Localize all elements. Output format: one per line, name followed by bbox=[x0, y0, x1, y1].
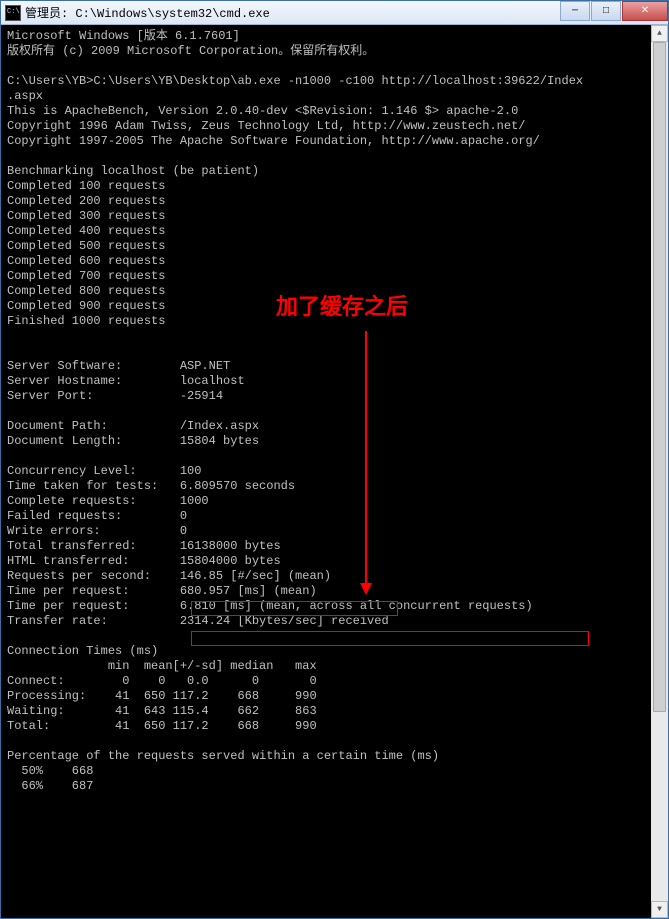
term-line: Total: 41 650 117.2 668 990 bbox=[7, 719, 317, 733]
window-buttons: ─ □ ✕ bbox=[559, 1, 668, 21]
term-line: C:\Users\YB>C:\Users\YB\Desktop\ab.exe -… bbox=[7, 74, 583, 88]
term-line: Copyright 1996 Adam Twiss, Zeus Technolo… bbox=[7, 119, 525, 133]
term-line: min mean[+/-sd] median max bbox=[7, 659, 317, 673]
cmd-icon bbox=[5, 5, 21, 21]
term-line: Completed 500 requests bbox=[7, 239, 165, 253]
close-button[interactable]: ✕ bbox=[622, 1, 668, 21]
terminal-wrap: Microsoft Windows [版本 6.1.7601] 版权所有 (c)… bbox=[1, 25, 668, 918]
term-line: Completed 100 requests bbox=[7, 179, 165, 193]
term-line: Waiting: 41 643 115.4 662 863 bbox=[7, 704, 317, 718]
maximize-button[interactable]: □ bbox=[591, 1, 621, 21]
annotation-label: 加了缓存之后 bbox=[276, 299, 408, 314]
term-line: 66% 687 bbox=[7, 779, 93, 793]
term-line: Transfer rate: 2314.24 [Kbytes/sec] rece… bbox=[7, 614, 389, 628]
term-line: Percentage of the requests served within… bbox=[7, 749, 439, 763]
scroll-thumb[interactable] bbox=[653, 42, 666, 712]
term-line: 版权所有 (c) 2009 Microsoft Corporation。保留所有… bbox=[7, 44, 374, 58]
term-line: Requests per second: 146.85 [#/sec] (mea… bbox=[7, 569, 331, 583]
term-line: Server Port: -25914 bbox=[7, 389, 223, 403]
term-line: This is ApacheBench, Version 2.0.40-dev … bbox=[7, 104, 518, 118]
term-line: Completed 600 requests bbox=[7, 254, 165, 268]
term-line: Benchmarking localhost (be patient) bbox=[7, 164, 259, 178]
term-line: Document Length: 15804 bytes bbox=[7, 434, 259, 448]
term-line: Copyright 1997-2005 The Apache Software … bbox=[7, 134, 540, 148]
term-line: Microsoft Windows [版本 6.1.7601] bbox=[7, 29, 240, 43]
scroll-down-button[interactable]: ▼ bbox=[651, 901, 668, 918]
term-line: Completed 900 requests bbox=[7, 299, 165, 313]
titlebar[interactable]: 管理员: C:\Windows\system32\cmd.exe ─ □ ✕ bbox=[1, 1, 668, 25]
term-line: Connection Times (ms) bbox=[7, 644, 158, 658]
term-line: Concurrency Level: 100 bbox=[7, 464, 201, 478]
term-line: HTML transferred: 15804000 bytes bbox=[7, 554, 281, 568]
app-window: 管理员: C:\Windows\system32\cmd.exe ─ □ ✕ M… bbox=[0, 0, 669, 919]
term-line: 50% 668 bbox=[7, 764, 93, 778]
term-line: Write errors: 0 bbox=[7, 524, 187, 538]
term-line: Completed 800 requests bbox=[7, 284, 165, 298]
scroll-track[interactable] bbox=[651, 42, 668, 901]
term-line: Server Hostname: localhost bbox=[7, 374, 245, 388]
terminal[interactable]: Microsoft Windows [版本 6.1.7601] 版权所有 (c)… bbox=[1, 25, 668, 918]
term-line: Time per request: 6.810 [ms] (mean, acro… bbox=[7, 599, 533, 613]
term-line: Total transferred: 16138000 bytes bbox=[7, 539, 281, 553]
term-line: Connect: 0 0 0.0 0 0 bbox=[7, 674, 317, 688]
window-title: 管理员: C:\Windows\system32\cmd.exe bbox=[25, 4, 559, 21]
term-line: Failed requests: 0 bbox=[7, 509, 187, 523]
annotation-arrow bbox=[359, 331, 373, 595]
scrollbar-vertical[interactable]: ▲ ▼ bbox=[651, 25, 668, 918]
term-line: Time taken for tests: 6.809570 seconds bbox=[7, 479, 295, 493]
term-line: Server Software: ASP.NET bbox=[7, 359, 230, 373]
scroll-up-button[interactable]: ▲ bbox=[651, 25, 668, 42]
term-line: Complete requests: 1000 bbox=[7, 494, 209, 508]
term-line: Time per request: 680.957 [ms] (mean) bbox=[7, 584, 317, 598]
term-line: Processing: 41 650 117.2 668 990 bbox=[7, 689, 317, 703]
term-line: Completed 200 requests bbox=[7, 194, 165, 208]
term-line: Finished 1000 requests bbox=[7, 314, 165, 328]
term-line: Document Path: /Index.aspx bbox=[7, 419, 259, 433]
term-line: .aspx bbox=[7, 89, 43, 103]
highlight-box-tpr bbox=[191, 631, 589, 646]
term-line: Completed 300 requests bbox=[7, 209, 165, 223]
term-line: Completed 700 requests bbox=[7, 269, 165, 283]
minimize-button[interactable]: ─ bbox=[560, 1, 590, 21]
term-line: Completed 400 requests bbox=[7, 224, 165, 238]
